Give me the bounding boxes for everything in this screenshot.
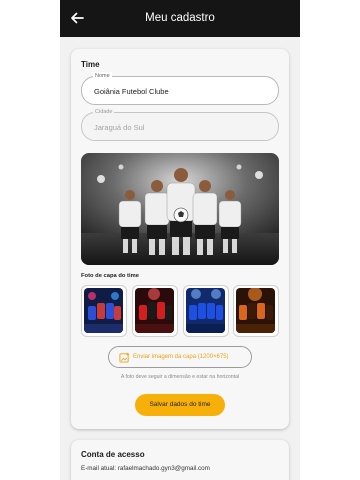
account-email: E-mail atual: rafaelmachado.gyn3@gmail.c… (81, 465, 210, 472)
team-section-title: Time (81, 60, 100, 69)
team-photo-orange-icon (236, 288, 275, 333)
cover-option-4[interactable] (233, 285, 279, 337)
cover-image (81, 153, 279, 265)
upload-hint: A foto deve seguir a dimensão e estar na… (120, 374, 240, 380)
team-city-input (94, 121, 270, 133)
page-title: Meu cadastro (145, 12, 215, 24)
upload-cover-label: Enviar imagem da capa (1200×675) (133, 354, 229, 360)
team-photo-blue-icon (84, 288, 123, 333)
team-photo-blue-stadium-icon (186, 288, 225, 333)
team-name-field[interactable]: Nome (81, 72, 279, 105)
account-card: Conta de acesso E-mail atual: rafaelmach… (71, 440, 289, 480)
cover-options-label: Foto de capa do time (81, 273, 139, 279)
team-city-label: Cidade (93, 108, 115, 116)
cover-option-1[interactable] (81, 285, 127, 337)
app-bar: Meu cadastro (60, 0, 300, 37)
team-city-field: Cidade (81, 108, 279, 141)
save-team-label: Salvar dados do time (149, 401, 211, 408)
cover-option-3[interactable] (183, 285, 229, 337)
team-name-input[interactable] (94, 85, 270, 97)
team-photo-red-icon (135, 288, 174, 333)
image-upload-icon (119, 352, 130, 363)
team-card: Time Nome Cidade (71, 49, 289, 429)
save-team-button[interactable]: Salvar dados do time (135, 394, 225, 416)
team-name-label: Nome (93, 72, 112, 80)
cover-options (81, 285, 279, 337)
app-screen: Meu cadastro Time Nome Cidade (60, 0, 300, 480)
cover-option-2[interactable] (132, 285, 178, 337)
account-section-title: Conta de acesso (81, 450, 145, 459)
upload-cover-button[interactable]: Enviar imagem da capa (1200×675) (108, 346, 252, 368)
